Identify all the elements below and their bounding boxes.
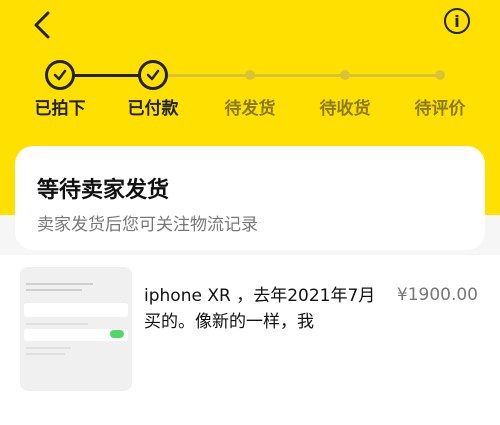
step-5-dot: [435, 70, 445, 80]
product-thumbnail[interactable]: [20, 267, 132, 391]
order-status-card: 等待卖家发货 卖家发货后您可关注物流记录: [15, 146, 485, 250]
step-label-placed: 已拍下: [34, 99, 86, 119]
order-progress: 已拍下 已付款 待发货 待收货 待评价: [0, 58, 500, 119]
status-subtitle: 卖家发货后您可关注物流记录: [37, 215, 258, 235]
product-price: ¥1900.00: [396, 285, 478, 305]
step-1-check-icon: [45, 60, 75, 90]
chevron-left-icon: [34, 11, 50, 39]
step-4-dot: [340, 70, 350, 80]
step-label-to-review: 待评价: [414, 99, 466, 119]
step-label-to-ship: 待发货: [224, 99, 276, 119]
status-title: 等待卖家发货: [37, 178, 170, 203]
product-title[interactable]: iphone XR ，去年2021年7月买的。像新的一样，我: [144, 283, 379, 335]
product-card[interactable]: iphone XR ，去年2021年7月买的。像新的一样，我 ¥1900.00: [0, 255, 500, 425]
step-label-to-receive: 待收货: [319, 99, 371, 119]
toggle-icon: [110, 330, 124, 338]
info-button[interactable]: i: [444, 8, 470, 34]
step-label-paid: 已付款: [127, 99, 179, 119]
progress-line-pending: [153, 74, 440, 77]
info-circle-icon: i: [454, 11, 460, 31]
step-2-check-icon: [138, 60, 168, 90]
back-button[interactable]: [30, 10, 54, 40]
step-3-dot: [245, 70, 255, 80]
